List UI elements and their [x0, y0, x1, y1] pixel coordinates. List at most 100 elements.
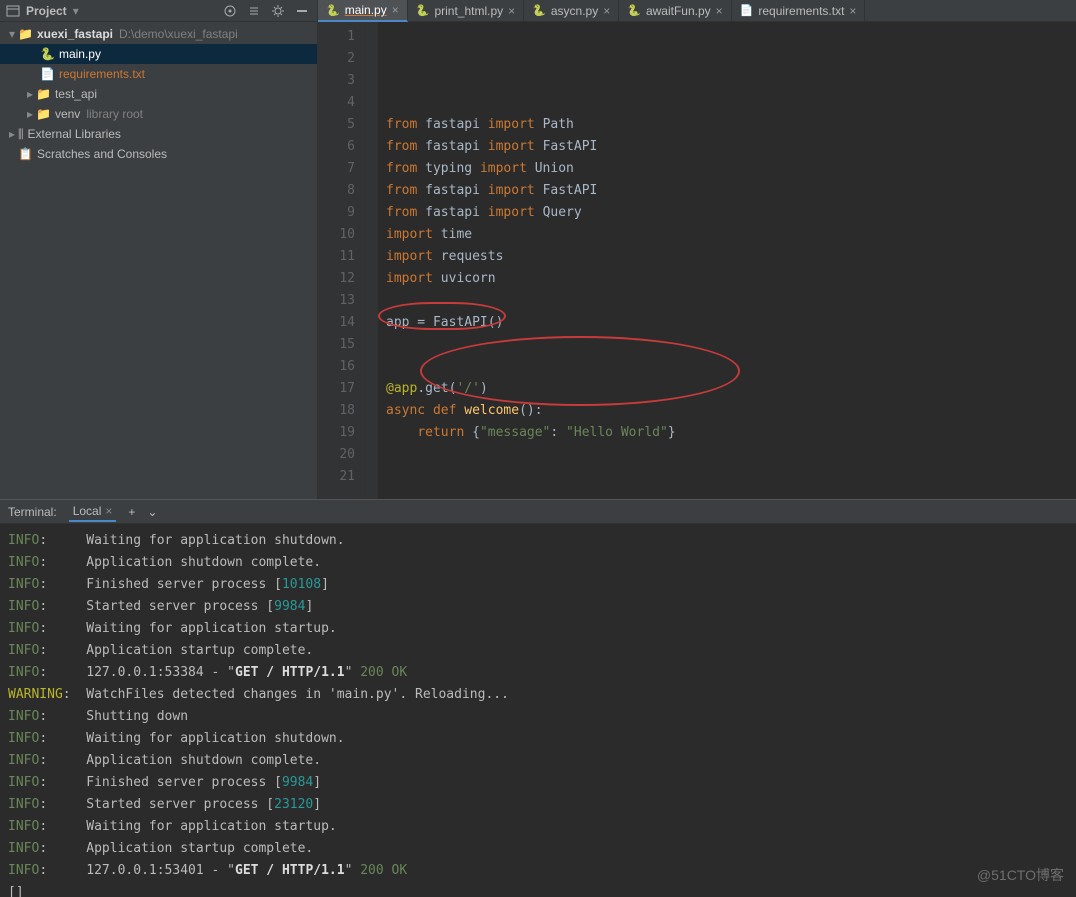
- close-icon[interactable]: ×: [849, 4, 856, 18]
- tab-label: main.py: [345, 3, 387, 17]
- editor-tab[interactable]: 🐍 print_html.py ×: [408, 0, 524, 21]
- close-icon[interactable]: ×: [716, 4, 723, 18]
- project-tree: ▾ 📁 xuexi_fastapi D:\demo\xuexi_fastapi …: [0, 22, 317, 164]
- tab-label: asycn.py: [551, 4, 598, 18]
- terminal-line: INFO: Waiting for application startup.: [8, 618, 1068, 640]
- terminal-line: INFO: 127.0.0.1:53384 - "GET / HTTP/1.1"…: [8, 662, 1068, 684]
- folder-icon: 📁: [36, 107, 51, 121]
- terminal-line: WARNING: WatchFiles detected changes in …: [8, 684, 1068, 706]
- code-line[interactable]: [386, 466, 1076, 488]
- scratch-icon: 📋: [18, 147, 33, 161]
- close-icon[interactable]: ×: [105, 504, 112, 518]
- new-tab-button[interactable]: +: [128, 505, 135, 519]
- code-line[interactable]: async def welcome():: [386, 400, 1076, 422]
- terminal-tab-label: Local: [73, 504, 102, 518]
- terminal-header: Terminal: Local × + ⌄: [0, 500, 1076, 524]
- editor-tab[interactable]: 🐍awaitFun.py×: [619, 0, 731, 21]
- code-line[interactable]: import uvicorn: [386, 268, 1076, 290]
- tab-label: print_html.py: [434, 4, 503, 18]
- chevron-down-icon[interactable]: ▾: [6, 27, 18, 41]
- text-file-icon: 📄: [40, 67, 55, 81]
- line-number-gutter[interactable]: 123456789101112131415161718192021: [318, 22, 366, 499]
- python-file-icon: 🐍: [40, 47, 55, 61]
- tab-label: requirements.txt: [758, 4, 844, 18]
- code-line[interactable]: from fastapi import Query: [386, 202, 1076, 224]
- tree-ext-label: External Libraries: [28, 127, 121, 141]
- terminal-line: INFO: Finished server process [9984]: [8, 772, 1068, 794]
- tree-scratches[interactable]: 📋 Scratches and Consoles: [0, 144, 317, 164]
- terminal-line: INFO: Waiting for application startup.: [8, 816, 1068, 838]
- editor-area: 🐍main.py×🐍print_html.py×🐍asycn.py×🐍await…: [318, 0, 1076, 499]
- gear-icon[interactable]: [269, 2, 287, 20]
- close-icon[interactable]: ×: [603, 4, 610, 18]
- code-line[interactable]: [386, 356, 1076, 378]
- project-title[interactable]: Project: [26, 4, 67, 18]
- chevron-right-icon[interactable]: ▸: [6, 127, 18, 141]
- chevron-right-icon[interactable]: ▸: [24, 107, 36, 121]
- tab-label: awaitFun.py: [646, 4, 711, 18]
- editor-tab[interactable]: 🐍 asycn.py ×: [524, 0, 619, 21]
- select-opened-file-icon[interactable]: [221, 2, 239, 20]
- folder-icon: 📁: [36, 87, 51, 101]
- python-file-icon: 🐍: [326, 4, 340, 17]
- tree-file-label: main.py: [59, 47, 101, 61]
- folder-icon: 📁: [18, 27, 33, 41]
- tree-external-libraries[interactable]: ▸ ⫼ External Libraries: [0, 124, 317, 144]
- code-line[interactable]: [386, 334, 1076, 356]
- close-icon[interactable]: ×: [392, 3, 399, 17]
- project-view-icon: [6, 4, 20, 18]
- code-editor[interactable]: from fastapi import Pathfrom fastapi imp…: [378, 22, 1076, 499]
- terminal-line: INFO: Waiting for application shutdown.: [8, 728, 1068, 750]
- root-name: xuexi_fastapi: [37, 27, 113, 41]
- text-file-icon: 📄: [740, 4, 754, 17]
- terminal-line: INFO: Started server process [23120]: [8, 794, 1068, 816]
- code-line[interactable]: from typing import Union: [386, 158, 1076, 180]
- tab-dropdown-icon[interactable]: ⌄: [147, 505, 157, 519]
- terminal-line: INFO: Started server process [9984]: [8, 596, 1068, 618]
- hide-icon[interactable]: [293, 2, 311, 20]
- editor-tabbar: 🐍main.py×🐍print_html.py×🐍asycn.py×🐍await…: [318, 0, 1076, 22]
- code-line[interactable]: import requests: [386, 246, 1076, 268]
- code-line[interactable]: from fastapi import Path: [386, 114, 1076, 136]
- terminal-pane: Terminal: Local × + ⌄ INFO: Waiting for …: [0, 499, 1076, 897]
- tree-root[interactable]: ▾ 📁 xuexi_fastapi D:\demo\xuexi_fastapi: [0, 24, 317, 44]
- close-icon[interactable]: ×: [508, 4, 515, 18]
- chevron-right-icon[interactable]: ▸: [24, 87, 36, 101]
- code-line[interactable]: [386, 290, 1076, 312]
- editor-tab[interactable]: 📄 requirements.txt ×: [732, 0, 866, 21]
- code-line[interactable]: return {"message": "Hello World"}: [386, 422, 1076, 444]
- project-tool-window: Project ▾ ▾ 📁 xuexi_fastapi D:\demo\xuex…: [0, 0, 318, 499]
- python-file-icon: 🐍: [416, 4, 430, 17]
- terminal-line: INFO: Shutting down: [8, 706, 1068, 728]
- library-icon: ⫼: [18, 127, 24, 142]
- tree-folder-venv[interactable]: ▸ 📁 venv library root: [0, 104, 317, 124]
- code-line[interactable]: [386, 444, 1076, 466]
- fold-column[interactable]: [366, 22, 378, 499]
- editor-tab[interactable]: 🐍 main.py ×: [318, 0, 408, 22]
- terminal-line: INFO: Finished server process [10108]: [8, 574, 1068, 596]
- python-file-icon: 🐍: [532, 4, 546, 17]
- code-line[interactable]: app = FastAPI(): [386, 312, 1076, 334]
- root-path: D:\demo\xuexi_fastapi: [119, 27, 238, 41]
- terminal-line: INFO: Application startup complete.: [8, 838, 1068, 860]
- tree-file-requirements[interactable]: 📄 requirements.txt: [0, 64, 317, 84]
- terminal-line: INFO: Application shutdown complete.: [8, 552, 1068, 574]
- expand-all-icon[interactable]: [245, 2, 263, 20]
- tree-folder-test-api[interactable]: ▸ 📁 test_api: [0, 84, 317, 104]
- terminal-line: INFO: 127.0.0.1:53401 - "GET / HTTP/1.1"…: [8, 860, 1068, 882]
- code-line[interactable]: from fastapi import FastAPI: [386, 180, 1076, 202]
- tree-scratch-label: Scratches and Consoles: [37, 147, 167, 161]
- code-line[interactable]: from fastapi import FastAPI: [386, 136, 1076, 158]
- code-line[interactable]: import time: [386, 224, 1076, 246]
- code-line[interactable]: [386, 488, 1076, 499]
- code-line[interactable]: @app.get('/'): [386, 378, 1076, 400]
- terminal-output[interactable]: INFO: Waiting for application shutdown.I…: [0, 524, 1076, 897]
- terminal-prompt[interactable]: []: [8, 882, 1068, 897]
- dropdown-icon[interactable]: ▾: [73, 4, 79, 18]
- project-header: Project ▾: [0, 0, 317, 22]
- tree-file-main[interactable]: 🐍 main.py: [0, 44, 317, 64]
- terminal-line: INFO: Application startup complete.: [8, 640, 1068, 662]
- terminal-tab-local[interactable]: Local ×: [69, 502, 117, 522]
- watermark: @51CTO博客: [977, 865, 1064, 885]
- tree-folder-label: test_api: [55, 87, 97, 101]
